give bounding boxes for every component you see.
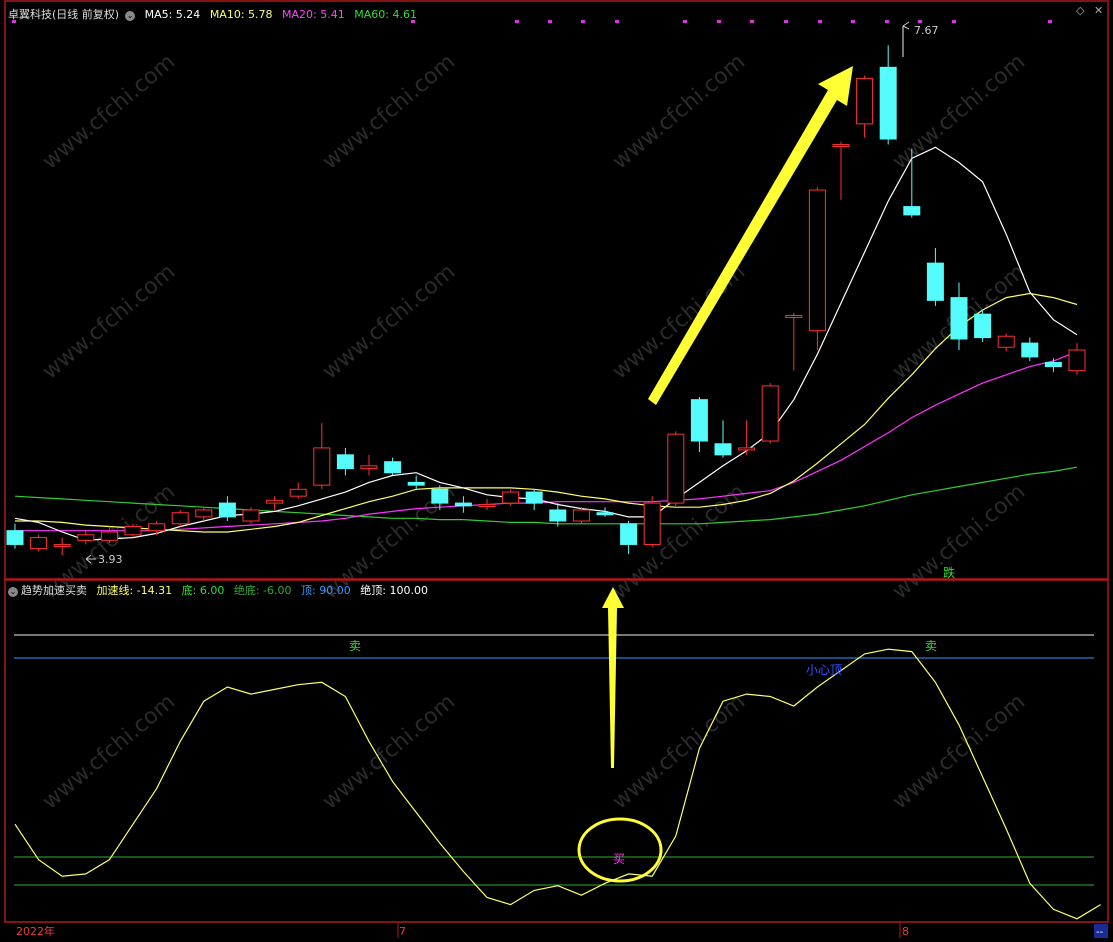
collapse-icon[interactable]: ⌄ xyxy=(125,11,136,21)
stock-chart-canvas: www.cfchi.com www.cfchi.com www.cfchi.com w… xyxy=(0,0,1113,942)
top-dot xyxy=(952,20,956,23)
indicator-title[interactable]: 趋势加速买卖 xyxy=(21,584,87,597)
panel-options-icon[interactable]: ◇ xyxy=(1076,4,1084,17)
candle[interactable] xyxy=(502,489,520,506)
ma20-value: MA20: 5.41 xyxy=(282,8,345,21)
top-dot xyxy=(750,20,754,23)
candle[interactable] xyxy=(667,431,685,506)
candle[interactable] xyxy=(808,187,826,351)
indicator-legend: ⌄ 趋势加速买卖 加速线: -14.31 底: 6.00 绝底: -6.00 顶:… xyxy=(8,582,434,598)
time-label-year: 2022年 xyxy=(16,924,55,938)
top-dot xyxy=(683,20,687,23)
ma60-value: MA60: 4.61 xyxy=(354,8,417,21)
collapse-icon-2[interactable]: ⌄ xyxy=(8,587,18,597)
main-legend: 卓翼科技(日线 前复权) ⌄ MA5: 5.24 MA10: 5.78 MA20:… xyxy=(8,6,423,22)
high-price-label: 7.67 xyxy=(914,24,939,37)
time-label-july: 7 xyxy=(399,925,406,938)
abs-bottom-value: 绝底: -6.00 xyxy=(233,584,292,597)
candle[interactable] xyxy=(30,534,48,552)
top-dot xyxy=(918,20,922,23)
abs-top-value: 绝顶: 100.00 xyxy=(360,584,428,597)
low-price-label: 3.93 xyxy=(98,553,123,566)
ma10-value: MA10: 5.78 xyxy=(209,8,273,21)
top-dot xyxy=(717,20,721,23)
caution-top-label: 小心顶 xyxy=(806,663,842,677)
candle[interactable] xyxy=(974,310,992,342)
top-dot xyxy=(818,20,822,23)
top-dot xyxy=(615,20,619,23)
ma5-value: MA5: 5.24 xyxy=(144,8,201,21)
bottom-value: 底: 6.00 xyxy=(181,584,225,597)
candle[interactable] xyxy=(761,383,779,444)
top-dot xyxy=(851,20,855,23)
top-dot xyxy=(515,20,519,23)
scroll-corner-label: -- xyxy=(1096,927,1104,938)
sell-signal-label: 卖 xyxy=(349,639,361,653)
candle[interactable] xyxy=(171,509,189,527)
sell-signal-label-2: 卖 xyxy=(925,639,937,653)
top-dot xyxy=(548,20,552,23)
panel-close-icon[interactable]: ✕ xyxy=(1094,4,1103,17)
buy-signal-label: 买 xyxy=(613,852,625,866)
candle[interactable] xyxy=(572,507,590,524)
top-dot xyxy=(885,20,889,23)
drop-signal-label: 跌 xyxy=(943,565,955,580)
top-dot xyxy=(1048,20,1052,23)
accel-value: 加速线: -14.31 xyxy=(96,584,173,597)
top-dot xyxy=(784,20,788,23)
candle[interactable] xyxy=(643,496,661,548)
top-dot xyxy=(581,20,585,23)
stock-title[interactable]: 卓翼科技(日线 前复权) xyxy=(8,8,119,21)
time-label-august: 8 xyxy=(902,925,909,938)
top-value: 顶: 90.00 xyxy=(301,584,351,597)
candle[interactable] xyxy=(242,507,260,524)
